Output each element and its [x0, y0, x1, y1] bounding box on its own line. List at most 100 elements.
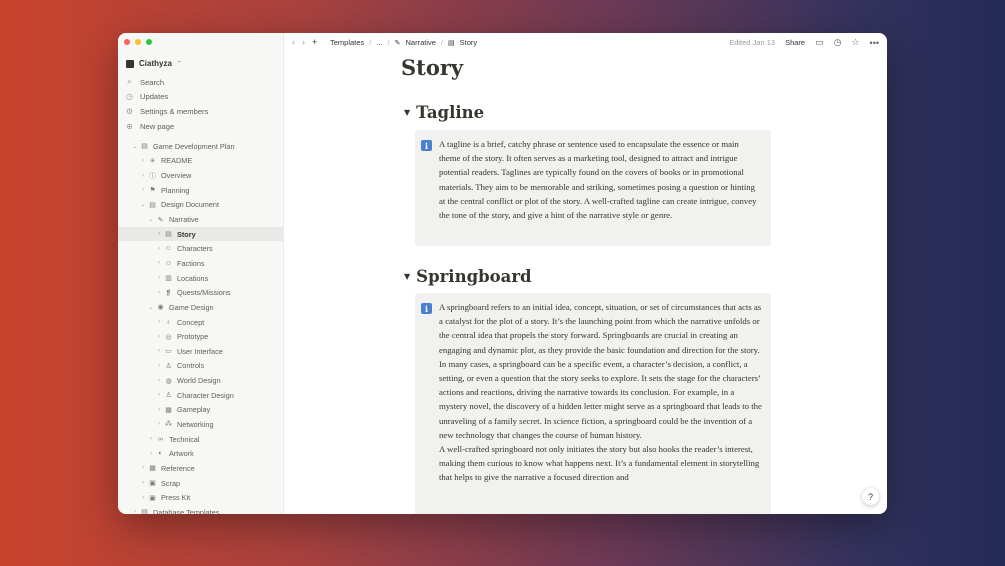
sidebar-tree-item[interactable]: › ☺ Factions	[118, 256, 283, 271]
toggle-triangle-icon[interactable]: ▼	[404, 272, 410, 281]
sidebar-tree-item[interactable]: › ⚑ Planning	[118, 183, 283, 198]
history-icon[interactable]: ◷	[834, 37, 842, 48]
breadcrumb-narrative[interactable]: Narrative	[406, 38, 436, 47]
sidebar-tree-item[interactable]: › ⓘ Overview	[118, 168, 283, 183]
sidebar-tree-item[interactable]: › ▥ Locations	[118, 271, 283, 286]
sidebar-tree-label: Game Design	[169, 302, 214, 312]
sidebar-tree-item[interactable]: › ◐ Artwork	[118, 446, 283, 461]
breadcrumb-templates[interactable]: Templates	[330, 38, 364, 47]
paragraph: In many cases, a springboard can be a sp…	[439, 358, 762, 440]
breadcrumb-story[interactable]: Story	[460, 38, 478, 47]
sidebar-settings-label: Settings & members	[140, 106, 209, 116]
forward-arrow-icon[interactable]: ›	[302, 37, 305, 47]
chevron-right-icon[interactable]: ›	[155, 348, 163, 354]
chevron-right-icon[interactable]: ›	[139, 173, 147, 179]
sidebar-tree-item[interactable]: › ♁ Concept	[118, 315, 283, 330]
sidebar-tree-item[interactable]: › ❡ Quests/Missions	[118, 285, 283, 300]
chevron-right-icon[interactable]: ›	[139, 480, 147, 486]
chevron-right-icon[interactable]: ›	[139, 158, 147, 164]
search-icon: ⌕	[127, 77, 132, 87]
chevron-right-icon[interactable]: ›	[155, 363, 163, 369]
sidebar-new-page[interactable]: ⊕ New page	[125, 119, 275, 134]
chevron-right-icon[interactable]: ›	[155, 290, 163, 296]
workspace-switcher[interactable]: Ciathyza ⌃	[126, 59, 182, 68]
network-icon: ⁂	[165, 421, 172, 429]
callout-springboard: i A springboard refers to an initial ide…	[415, 293, 771, 514]
sidebar-tree-item[interactable]: › ◎ Prototype	[118, 329, 283, 344]
chevron-right-icon[interactable]: ›	[139, 187, 147, 193]
chevron-right-icon[interactable]: ›	[147, 436, 155, 442]
minimize-window-button[interactable]	[135, 39, 141, 45]
workspace-icon	[126, 59, 134, 68]
sidebar-tree-item[interactable]: › ▣ Press Kit	[118, 490, 283, 505]
workspace-name: Ciathyza	[139, 59, 172, 68]
sidebar-tree-item[interactable]: › ∞ Technical	[118, 432, 283, 447]
chevron-right-icon[interactable]: ›	[139, 465, 147, 471]
sidebar-tree-item[interactable]: › ▦ Reference	[118, 461, 283, 476]
sidebar-updates[interactable]: ◷ Updates	[125, 90, 275, 105]
chevron-right-icon[interactable]: ›	[155, 421, 163, 427]
chevron-right-icon[interactable]: ›	[155, 334, 163, 340]
sidebar-tree-item[interactable]: › ⁂ Networking	[118, 417, 283, 432]
sidebar-tree-item[interactable]: › ▤ Story	[118, 226, 283, 242]
zoom-window-button[interactable]	[146, 39, 152, 45]
sidebar-tree-item[interactable]: › ▭ User Interface	[118, 344, 283, 359]
sidebar-tree-item[interactable]: ⌄ ◉ Game Design	[118, 300, 283, 315]
comment-icon[interactable]: ▭	[815, 37, 824, 48]
share-button[interactable]: Share	[785, 38, 805, 47]
sidebar-tree-label: World Design	[177, 376, 221, 386]
sidebar-tree-item[interactable]: › ♙ Controls	[118, 359, 283, 374]
chevron-right-icon[interactable]: ›	[155, 231, 163, 237]
chevron-right-icon[interactable]: ›	[147, 451, 155, 457]
sidebar-tree-label: Controls	[177, 361, 205, 371]
person-icon: ♙	[165, 362, 172, 370]
chevron-down-icon[interactable]: ⌄	[147, 216, 155, 223]
sidebar-tree-label: User Interface	[177, 346, 223, 356]
sidebar-tree-item[interactable]: ⌄ ▤ Design Document	[118, 198, 283, 213]
chevron-right-icon[interactable]: ›	[139, 495, 147, 501]
chevron-right-icon[interactable]: ›	[131, 509, 139, 514]
chevron-right-icon[interactable]: ›	[155, 246, 163, 252]
tiles-icon: ▦	[165, 406, 172, 414]
box-icon: ▣	[149, 480, 156, 488]
sidebar-settings[interactable]: ⚙ Settings & members	[125, 104, 275, 119]
sidebar-tree-item[interactable]: ⌄ ✎ Narrative	[118, 212, 283, 227]
callout-tagline: i A tagline is a brief, catchy phrase or…	[415, 130, 771, 246]
sidebar-tree-item[interactable]: › ▤ Database Templates	[118, 505, 283, 514]
chevron-right-icon[interactable]: ›	[155, 392, 163, 398]
chevron-right-icon[interactable]: ›	[155, 260, 163, 266]
close-window-button[interactable]	[124, 39, 130, 45]
sidebar-tree-item[interactable]: ⌄ ▤ Game Development Plan	[118, 139, 283, 154]
chevron-right-icon[interactable]: ›	[155, 319, 163, 325]
sidebar-menu: ⌕ Search ◷ Updates ⚙ Settings & members …	[125, 75, 275, 133]
chevron-right-icon[interactable]: ›	[155, 407, 163, 413]
add-icon[interactable]: +	[312, 37, 317, 47]
chevron-right-icon[interactable]: ›	[155, 275, 163, 281]
sidebar-tree-label: Artwork	[169, 449, 194, 459]
sidebar-tree-label: Quests/Missions	[177, 288, 231, 298]
chevron-down-icon[interactable]: ⌄	[139, 201, 147, 208]
sidebar-tree-item[interactable]: › ♙ Character Design	[118, 388, 283, 403]
help-button[interactable]: ?	[862, 488, 879, 505]
toggle-triangle-icon[interactable]: ▼	[404, 108, 410, 117]
sidebar-search[interactable]: ⌕ Search	[125, 75, 275, 90]
more-icon[interactable]: •••	[870, 38, 879, 48]
breadcrumb: Templates / ... / ✎ Narrative / ▤ Story	[330, 38, 477, 47]
sidebar-tree-item[interactable]: › ☺ Characters	[118, 241, 283, 256]
breadcrumb-separator: /	[440, 38, 444, 47]
group-icon: ☺	[164, 259, 173, 267]
sidebar-tree-item[interactable]: › ▣ Scrap	[118, 476, 283, 491]
breadcrumb-ellipsis[interactable]: ...	[376, 38, 382, 47]
sidebar-tree-item[interactable]: › ▦ Gameplay	[118, 403, 283, 418]
sidebar-tree-label: Characters	[177, 244, 213, 254]
chevron-down-icon[interactable]: ⌄	[131, 143, 139, 150]
chevron-updown-icon: ⌃	[176, 61, 182, 67]
back-arrow-icon[interactable]: ‹	[292, 37, 295, 47]
sidebar-tree-label: Gameplay	[177, 405, 211, 415]
chevron-down-icon[interactable]: ⌄	[147, 304, 155, 311]
star-icon[interactable]: ☆	[851, 37, 859, 48]
sidebar-tree-item[interactable]: › ✳ README	[118, 154, 283, 169]
sidebar-tree-item[interactable]: › ◍ World Design	[118, 373, 283, 388]
chevron-right-icon[interactable]: ›	[155, 378, 163, 384]
info-icon: i	[421, 140, 432, 151]
